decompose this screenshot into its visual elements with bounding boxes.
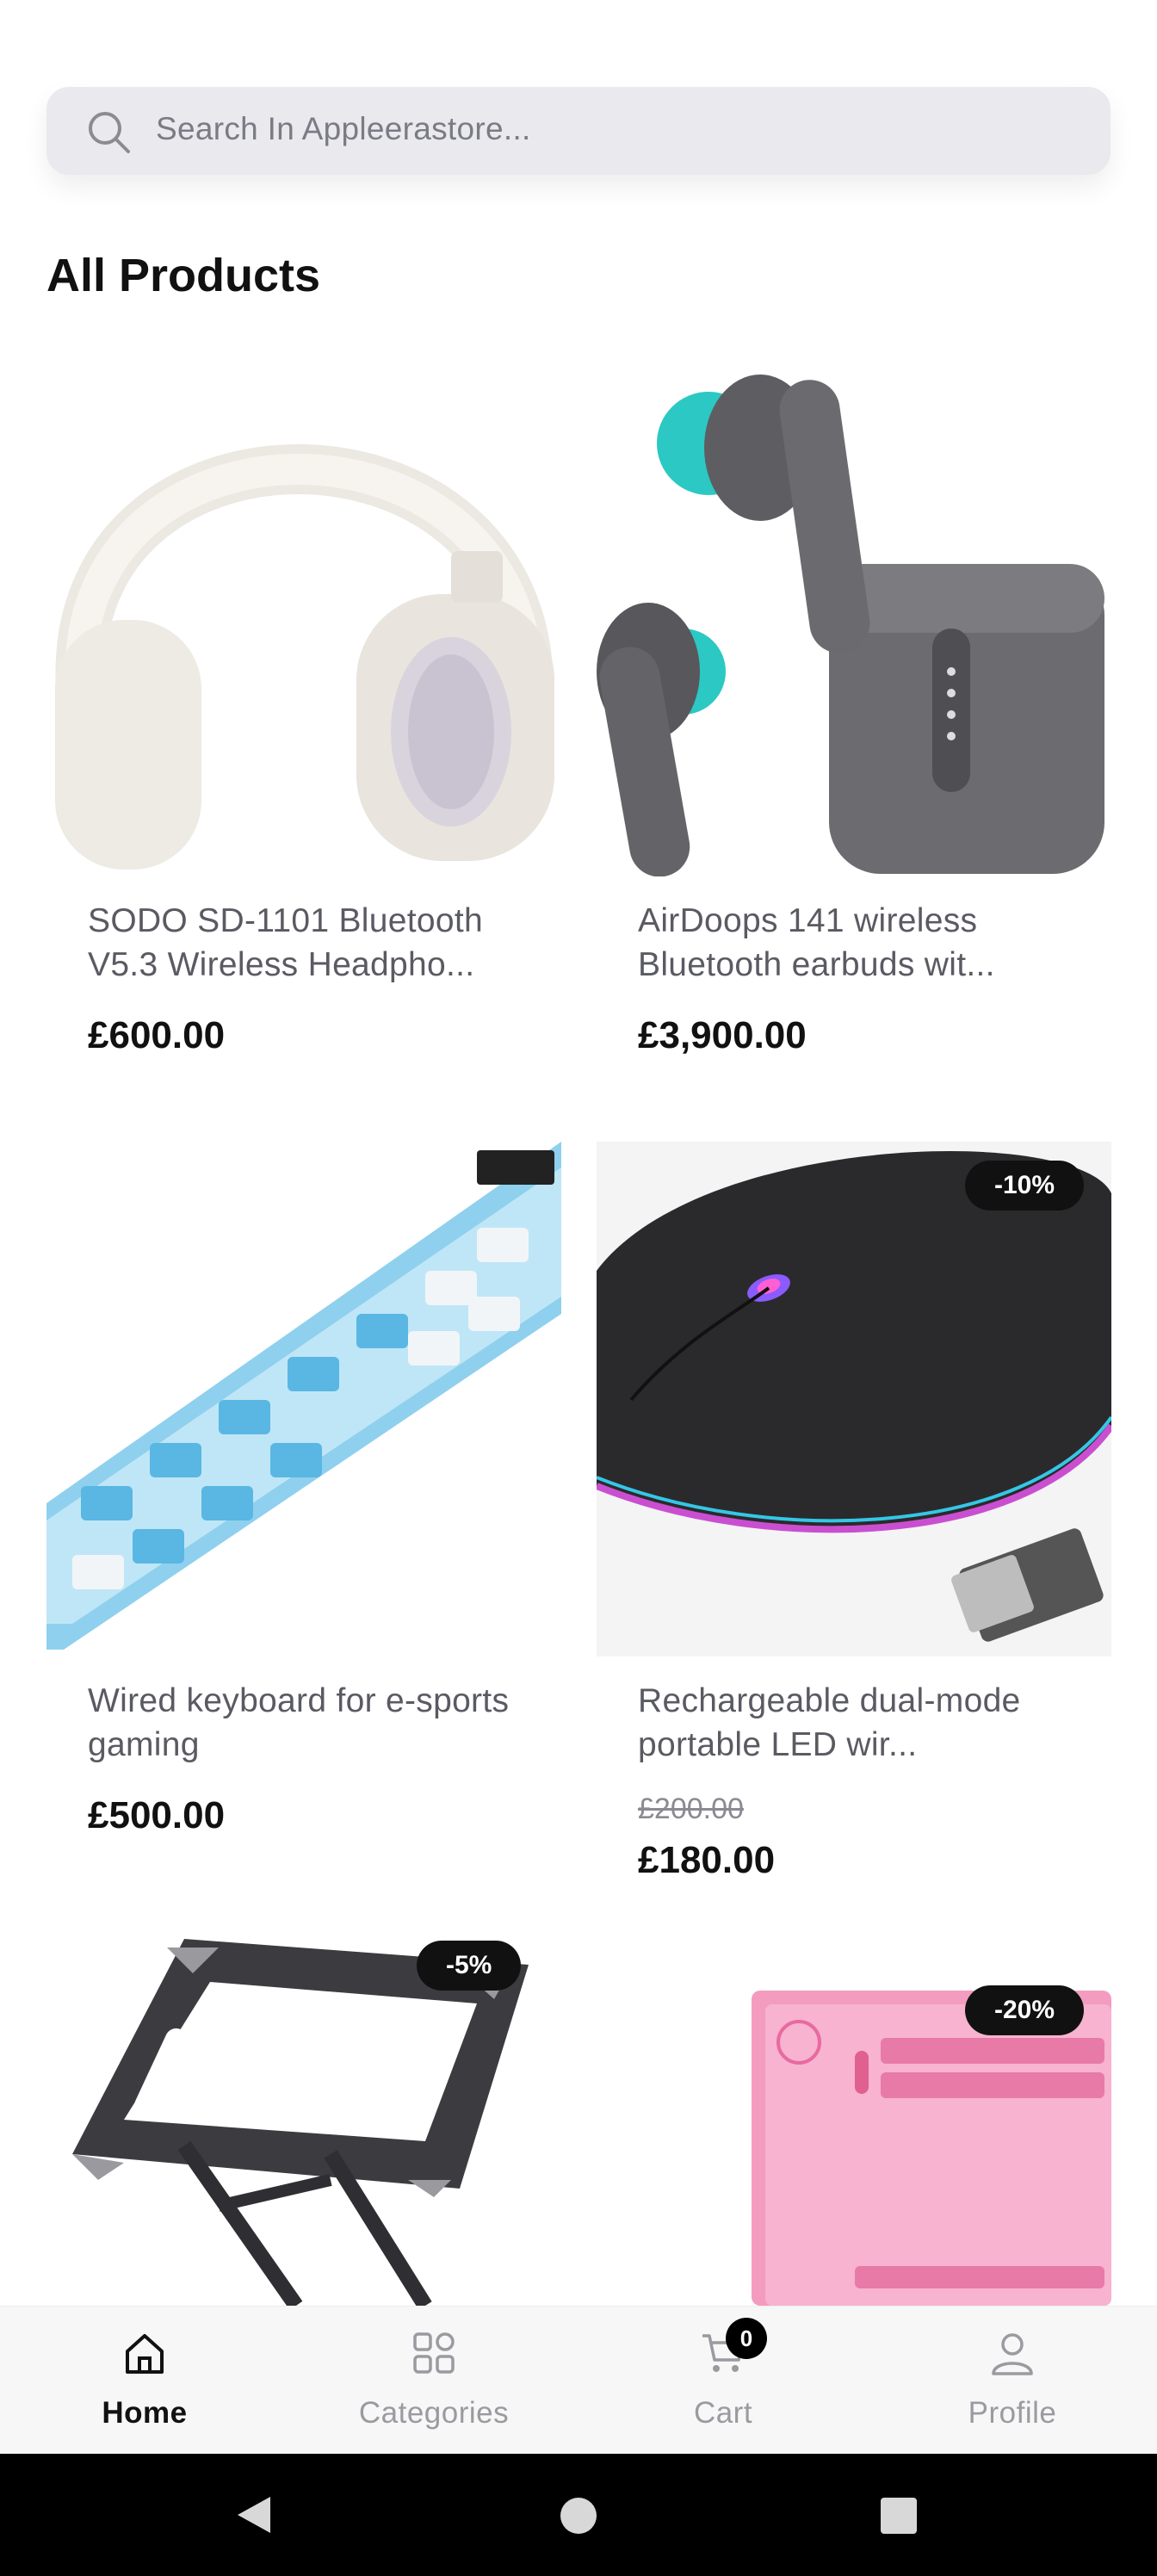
product-card[interactable]: SODO SD-1101 Bluetooth V5.3 Wireless Hea… <box>46 362 561 1085</box>
product-card[interactable]: -5% <box>46 1922 561 2306</box>
nav-label: Home <box>102 2396 188 2430</box>
product-image-headphones[interactable] <box>46 362 561 876</box>
product-old-price: £200.00 <box>638 1793 744 1825</box>
search-bar[interactable]: Search In Appleerastore... <box>46 87 1111 175</box>
product-card[interactable]: -10% Rechargeable dual-mode portable LED… <box>597 1142 1111 1899</box>
search-icon <box>86 109 131 154</box>
product-image-mouse[interactable] <box>597 1142 1111 1656</box>
home-circle-icon[interactable] <box>560 2497 597 2535</box>
nav-label: Cart <box>693 2396 753 2430</box>
product-card[interactable]: Wired keyboard for e-sports gaming £500.… <box>46 1142 561 1865</box>
section-title: All Products <box>46 250 321 301</box>
nav-home[interactable]: Home <box>0 2307 289 2455</box>
product-name[interactable]: Wired keyboard for e-sports gaming <box>88 1679 535 1767</box>
nav-categories[interactable]: Categories <box>289 2307 578 2455</box>
product-image-keyboard[interactable] <box>46 1142 561 1656</box>
home-icon <box>121 2329 169 2377</box>
cart-count-badge: 0 <box>726 2318 767 2359</box>
product-price: £3,900.00 <box>638 1014 807 1056</box>
grid-icon <box>410 2329 458 2377</box>
bottom-navigation: Home Categories Cart Profile <box>0 2306 1157 2454</box>
product-price: £600.00 <box>88 1014 226 1056</box>
product-card[interactable]: -20% <box>597 1922 1111 2306</box>
nav-label: Categories <box>358 2396 510 2430</box>
product-card[interactable]: AirDoops 141 wireless Bluetooth earbuds … <box>597 362 1111 1085</box>
discount-badge: -10% <box>965 1161 1085 1211</box>
product-image-laptop-case[interactable] <box>597 1922 1111 2306</box>
nav-cart[interactable]: Cart <box>578 2307 868 2455</box>
discount-badge: -5% <box>417 1941 522 1991</box>
product-name[interactable]: Rechargeable dual-mode portable LED wir.… <box>638 1679 1086 1767</box>
nav-label: Profile <box>968 2396 1057 2430</box>
discount-badge: -20% <box>965 1985 1085 2035</box>
recents-icon[interactable] <box>880 2497 918 2535</box>
product-name[interactable]: AirDoops 141 wireless Bluetooth earbuds … <box>638 899 1086 987</box>
nav-profile[interactable]: Profile <box>868 2307 1157 2455</box>
back-icon[interactable] <box>232 2493 275 2536</box>
product-price: £180.00 <box>638 1839 776 1881</box>
product-image-earbuds[interactable] <box>597 362 1111 876</box>
product-price: £500.00 <box>88 1794 226 1836</box>
system-navigation-bar <box>0 2454 1157 2576</box>
product-name[interactable]: SODO SD-1101 Bluetooth V5.3 Wireless Hea… <box>88 899 535 987</box>
user-icon <box>988 2329 1036 2377</box>
search-input[interactable]: Search In Appleerastore... <box>156 111 531 147</box>
